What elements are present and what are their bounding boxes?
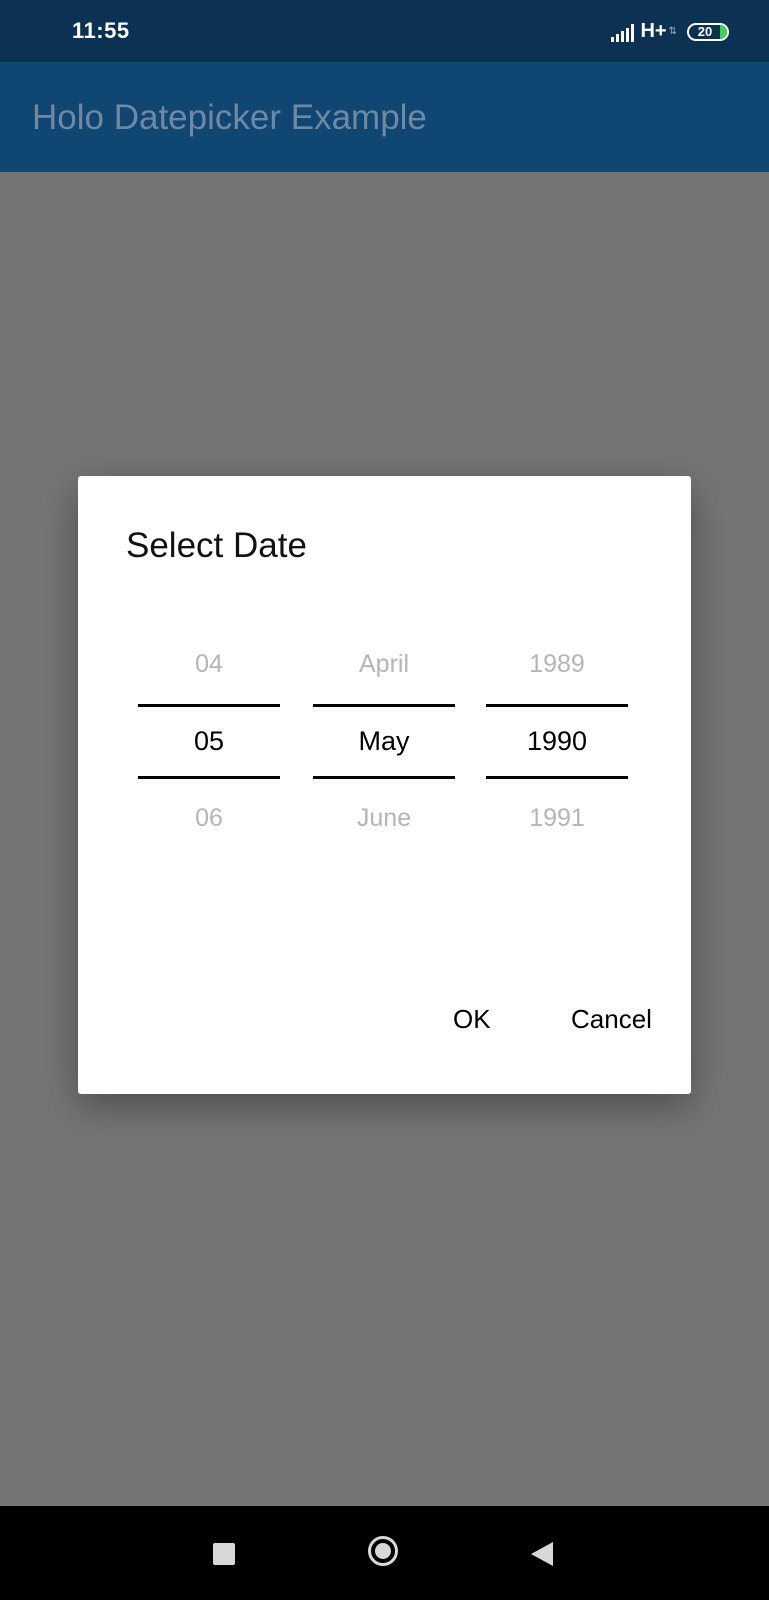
dialog-title: Select Date [126, 526, 307, 565]
status-bar: 11:55 H+ ⇅ 20 [0, 0, 769, 62]
day-next[interactable]: 06 [138, 804, 280, 833]
status-time: 11:55 [72, 18, 130, 43]
signal-icon [611, 22, 635, 42]
back-icon[interactable] [531, 1542, 553, 1566]
cancel-button[interactable]: Cancel [571, 1004, 652, 1035]
ok-button[interactable]: OK [453, 1004, 491, 1035]
year-divider-top [486, 704, 628, 707]
year-picker[interactable]: 1989 1990 1991 [486, 606, 628, 896]
year-previous[interactable]: 1989 [486, 650, 628, 679]
day-previous[interactable]: 04 [138, 650, 280, 679]
month-divider-top [313, 704, 455, 707]
data-activity-icon: ⇅ [668, 26, 677, 37]
battery-level: 20 [697, 23, 713, 39]
app-bar: Holo Datepicker Example [0, 62, 769, 172]
day-divider-top [138, 704, 280, 707]
month-next[interactable]: June [313, 804, 455, 833]
day-picker[interactable]: 04 05 06 [138, 606, 280, 896]
network-type: H+ [640, 20, 667, 42]
app-title: Holo Datepicker Example [32, 98, 427, 137]
day-selected[interactable]: 05 [138, 726, 280, 757]
battery-icon: 20 [687, 22, 729, 41]
year-selected[interactable]: 1990 [486, 726, 628, 757]
day-divider-bottom [138, 776, 280, 779]
battery-fill [720, 24, 727, 39]
recent-apps-icon[interactable] [213, 1543, 235, 1565]
month-divider-bottom [313, 776, 455, 779]
status-indicators: H+ ⇅ 20 [611, 20, 729, 43]
home-icon[interactable] [368, 1536, 398, 1566]
month-previous[interactable]: April [313, 650, 455, 679]
date-picker-dialog: Select Date 04 05 06 April May June 1989… [78, 476, 691, 1094]
year-divider-bottom [486, 776, 628, 779]
month-selected[interactable]: May [313, 726, 455, 757]
month-picker[interactable]: April May June [313, 606, 455, 896]
year-next[interactable]: 1991 [486, 804, 628, 833]
